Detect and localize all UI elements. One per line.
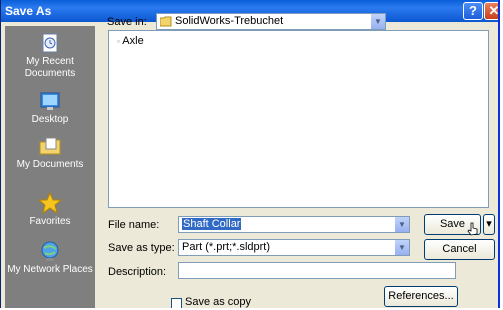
- save-as-copy-label[interactable]: Save as copy: [185, 296, 251, 308]
- save-button-label: Save: [439, 218, 466, 230]
- place-label: Desktop: [31, 114, 69, 125]
- place-favorites[interactable]: Favorites: [5, 192, 95, 228]
- close-button[interactable]: ✕: [484, 2, 498, 20]
- save-as-type-combo[interactable]: Part (*.prt;*.sldprt) ▼: [178, 239, 410, 256]
- hand-cursor-icon: [467, 222, 478, 236]
- place-my-recent-documents[interactable]: My Recent Documents: [5, 32, 95, 80]
- save-as-type-value: Part (*.prt;*.sldprt): [182, 241, 271, 253]
- place-label: My Documents: [16, 159, 84, 170]
- description-label: Description:: [108, 266, 167, 278]
- save-in-label: Save in:: [107, 16, 147, 28]
- save-as-copy-checkbox[interactable]: [171, 298, 182, 308]
- references-button-label: References...: [388, 290, 454, 302]
- description-input[interactable]: [178, 262, 456, 279]
- file-name: Axle: [122, 35, 144, 47]
- place-label: My Network Places: [7, 264, 93, 275]
- save-options-arrow-button[interactable]: ▾: [483, 214, 495, 235]
- list-item[interactable]: ▫ Axle: [117, 35, 144, 47]
- file-name-value[interactable]: Shaft Collar: [182, 218, 242, 230]
- place-desktop[interactable]: Desktop: [5, 90, 95, 126]
- save-in-value: SolidWorks-Trebuchet: [175, 15, 284, 27]
- file-name-combo[interactable]: Shaft Collar ▼: [178, 216, 410, 233]
- recent-documents-icon: [42, 33, 58, 53]
- save-as-dialog: Save As ? ✕ My Recent Documents Desktop: [0, 0, 500, 308]
- favorites-star-icon: [37, 192, 63, 214]
- references-button[interactable]: References...: [384, 286, 458, 307]
- help-button[interactable]: ?: [463, 2, 483, 20]
- save-as-type-label: Save as type:: [108, 242, 175, 254]
- window-title: Save As: [5, 4, 52, 18]
- desktop-icon: [40, 92, 60, 110]
- chevron-down-icon[interactable]: ▼: [394, 217, 409, 232]
- cancel-button-label: Cancel: [442, 243, 477, 255]
- place-my-network-places[interactable]: My Network Places: [5, 240, 95, 276]
- file-list[interactable]: ▫ Axle: [108, 30, 489, 208]
- network-places-icon: [41, 241, 59, 261]
- my-documents-icon: [39, 137, 61, 155]
- place-my-documents[interactable]: My Documents: [5, 135, 95, 171]
- cancel-button[interactable]: Cancel: [424, 239, 495, 260]
- chevron-down-icon[interactable]: ▼: [394, 240, 409, 255]
- file-name-label: File name:: [108, 219, 160, 231]
- file-name-input-text: Shaft Collar: [182, 218, 242, 230]
- chevron-down-icon[interactable]: ▼: [370, 14, 385, 29]
- place-label: Favorites: [29, 216, 71, 227]
- places-bar: My Recent Documents Desktop My Documents…: [5, 26, 95, 308]
- part-file-icon: ▫: [117, 37, 120, 46]
- folder-icon: [160, 16, 172, 27]
- chevron-down-icon: ▾: [486, 218, 492, 230]
- save-in-combo[interactable]: SolidWorks-Trebuchet ▼: [156, 13, 386, 30]
- place-label: My Recent Documents: [24, 56, 76, 79]
